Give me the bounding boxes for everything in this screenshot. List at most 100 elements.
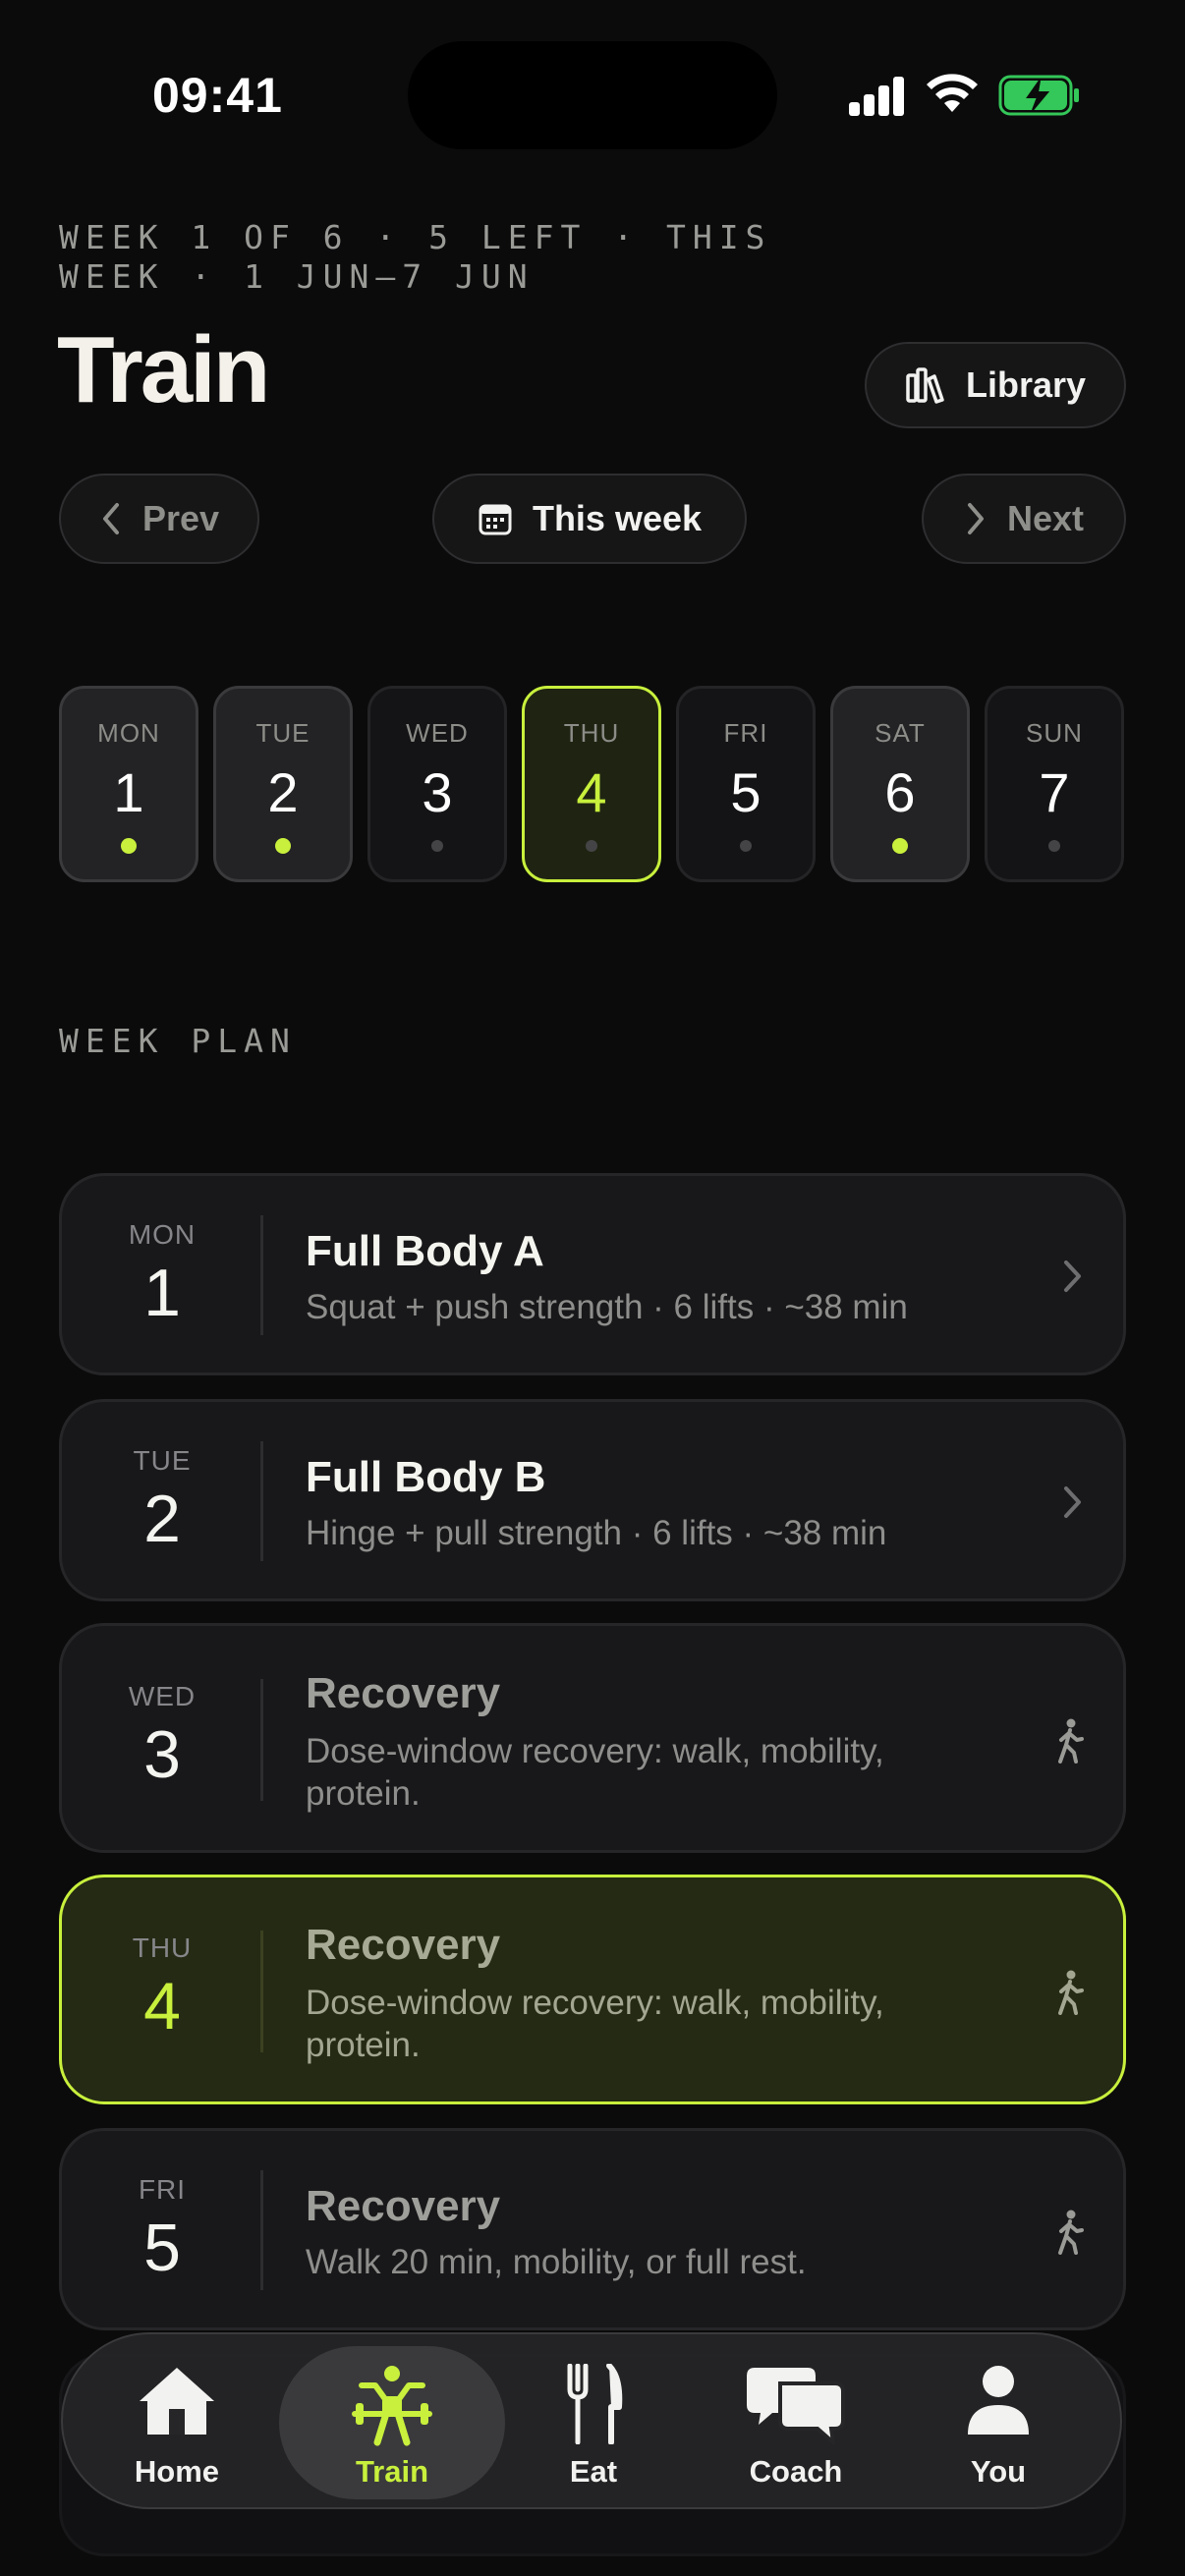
next-week-button[interactable]: Next: [922, 474, 1126, 564]
pending-dot: [1048, 840, 1060, 852]
tab-label: Train: [355, 2454, 429, 2489]
plan-subtitle: Dose-window recovery: walk, mobility, pr…: [306, 1732, 884, 1813]
status-time: 09:41: [152, 68, 283, 123]
day-chip-mon[interactable]: MON 1: [59, 686, 198, 882]
fork-knife-icon: [567, 2364, 623, 2444]
day-chip-date: 7: [1039, 761, 1070, 823]
chevron-right-icon: [967, 503, 984, 534]
plan-day-name: FRI: [138, 2174, 187, 2205]
day-chip-date: 6: [884, 761, 916, 823]
day-chip-date: 3: [422, 761, 453, 823]
plan-card-wed[interactable]: WED 3 Recovery Dose-window recovery: wal…: [59, 1623, 1126, 1853]
day-chip-name: TUE: [255, 718, 310, 748]
plan-divider: [260, 2170, 263, 2290]
plan-card-thu[interactable]: THU 4 Recovery Dose-window recovery: wal…: [59, 1875, 1126, 2104]
plan-divider: [260, 1441, 263, 1561]
day-chip-name: FRI: [723, 718, 768, 748]
pending-dot: [740, 840, 752, 852]
plan-subtitle: Walk 20 min, mobility, or full rest.: [306, 2243, 807, 2281]
day-chip-name: MON: [97, 718, 160, 748]
week-eyebrow: WEEK 1 OF 6 · 5 LEFT · THIS WEEK · 1 JUN…: [59, 218, 772, 296]
walking-icon: [1058, 2210, 1084, 2255]
plan-card-mon[interactable]: MON 1 Full Body A Squat + push strength …: [59, 1173, 1126, 1375]
day-chip-sun[interactable]: SUN 7: [985, 686, 1124, 882]
completed-dot: [892, 838, 908, 854]
plan-day-name: WED: [128, 1681, 197, 1711]
day-chip-date: 5: [730, 761, 762, 823]
chevron-right-icon: [1064, 1486, 1081, 1518]
tab-you[interactable]: You: [900, 2334, 1097, 2511]
day-chip-wed[interactable]: WED 3: [367, 686, 507, 882]
next-label: Next: [1006, 498, 1085, 538]
plan-card-day: WED 3: [62, 1681, 262, 1793]
day-chip-date: 2: [267, 761, 299, 823]
page-title: Train: [57, 317, 270, 422]
chevron-left-icon: [102, 503, 119, 534]
tab-train[interactable]: Train: [279, 2334, 505, 2511]
plan-card-day: TUE 2: [62, 1445, 262, 1557]
walking-icon: [1058, 1718, 1084, 1764]
dynamic-island: [408, 41, 777, 149]
battery-charging-icon: [998, 75, 1079, 116]
completed-dot: [121, 838, 137, 854]
tab-label: Coach: [749, 2454, 843, 2489]
day-chip-name: THU: [563, 718, 620, 748]
plan-day-date: 2: [143, 1482, 181, 1556]
plan-day-date: 3: [143, 1717, 181, 1792]
prev-week-button[interactable]: Prev: [59, 474, 259, 564]
plan-day-date: 4: [143, 1969, 181, 2044]
plan-day-date: 5: [143, 2211, 181, 2285]
calendar-icon: [479, 504, 512, 535]
tab-bar: Home Train Eat Coach You: [61, 2332, 1122, 2509]
pending-dot: [431, 840, 443, 852]
plan-day-name: THU: [132, 1932, 193, 1963]
plan-day-date: 1: [143, 1256, 181, 1330]
plan-card-day: MON 1: [62, 1219, 262, 1331]
tab-eat[interactable]: Eat: [495, 2334, 692, 2511]
day-chip-name: SAT: [875, 718, 926, 748]
plan-card-day: FRI 5: [62, 2174, 262, 2286]
plan-title: Full Body A: [306, 1227, 544, 1275]
plan-title: Recovery: [306, 2182, 501, 2230]
chat-bubbles-icon: [747, 2368, 845, 2444]
day-chip-name: SUN: [1026, 718, 1083, 748]
completed-dot: [275, 838, 291, 854]
plan-divider: [260, 1679, 263, 1801]
walking-icon: [1058, 1970, 1084, 2015]
plan-day-name: TUE: [133, 1445, 192, 1476]
day-chip-thu[interactable]: THU 4: [522, 686, 661, 882]
day-chip-sat[interactable]: SAT 6: [830, 686, 970, 882]
plan-subtitle: Hinge + pull strength · 6 lifts · ~38 mi…: [306, 1514, 887, 1552]
chevron-right-icon: [1064, 1260, 1081, 1292]
this-week-label: This week: [532, 498, 703, 538]
tab-home[interactable]: Home: [79, 2334, 275, 2511]
plan-divider: [260, 1215, 263, 1335]
tab-label: Home: [134, 2454, 220, 2489]
library-label: Library: [965, 364, 1087, 405]
tab-coach[interactable]: Coach: [698, 2334, 894, 2511]
day-chip-date: 1: [113, 761, 144, 823]
cellular-signal-icon: [849, 75, 906, 116]
day-chip-name: WED: [406, 718, 469, 748]
week-plan-label: WEEK PLAN: [59, 1022, 297, 1060]
plan-title: Full Body B: [306, 1453, 546, 1501]
plan-divider: [260, 1931, 263, 2052]
library-button[interactable]: Library: [865, 342, 1126, 428]
day-chip-tue[interactable]: TUE 2: [213, 686, 353, 882]
this-week-button[interactable]: This week: [432, 474, 747, 564]
plan-card-fri[interactable]: FRI 5 Recovery Walk 20 min, mobility, or…: [59, 2128, 1126, 2330]
plan-title: Recovery: [306, 1921, 501, 1969]
day-chip-fri[interactable]: FRI 5: [676, 686, 816, 882]
library-icon: [906, 367, 944, 404]
plan-card-day: THU 4: [62, 1932, 262, 2044]
plan-day-name: MON: [128, 1219, 197, 1250]
home-icon: [140, 2368, 214, 2435]
day-chip-date: 4: [576, 761, 607, 823]
pending-dot: [586, 840, 597, 852]
plan-subtitle: Dose-window recovery: walk, mobility, pr…: [306, 1984, 884, 2064]
person-icon: [968, 2366, 1029, 2435]
plan-card-tue[interactable]: TUE 2 Full Body B Hinge + pull strength …: [59, 1399, 1126, 1601]
wifi-icon: [927, 74, 978, 112]
plan-title: Recovery: [306, 1669, 501, 1717]
tab-label: Eat: [569, 2454, 618, 2489]
